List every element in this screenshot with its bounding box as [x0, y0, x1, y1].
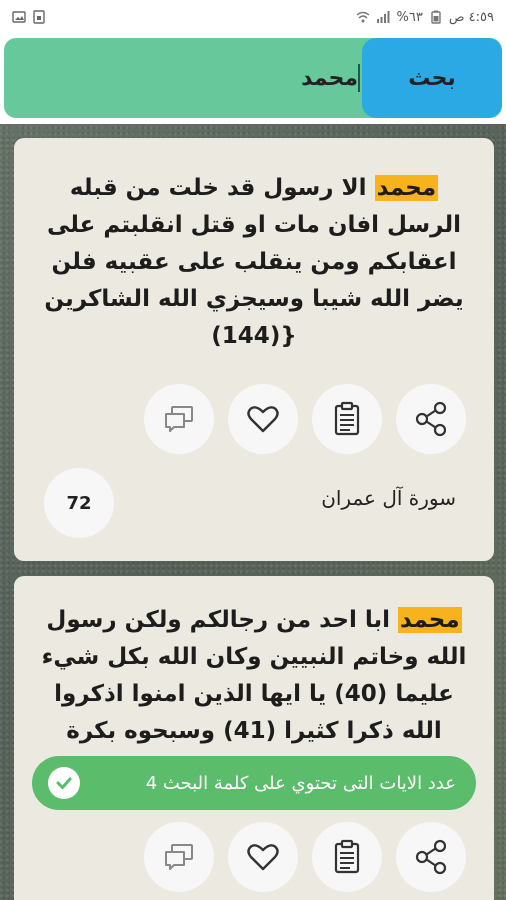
share-icon	[415, 839, 447, 875]
comments-icon	[165, 844, 193, 870]
favorite-button[interactable]	[228, 822, 298, 892]
verse-card: محمد ابا احد من رجالكم ولكن رسول الله وخ…	[14, 576, 494, 900]
share-icon	[415, 401, 447, 437]
verse-body: الا رسول قد خلت من قبله الرسل افان مات ا…	[44, 175, 464, 349]
favorite-button[interactable]	[228, 384, 298, 454]
verse-text: محمد الا رسول قد خلت من قبله الرسل افان …	[14, 170, 494, 355]
verse-actions	[14, 384, 494, 454]
heart-icon	[247, 844, 279, 871]
copy-button[interactable]	[312, 822, 382, 892]
screenshot-icon	[12, 11, 26, 23]
clipboard-icon	[334, 401, 360, 436]
results-count-snackbar: عدد الايات التى تحتوي على كلمة البحث 4	[32, 756, 476, 810]
clock: ٤:٥٩ ص	[448, 9, 494, 25]
verse-actions	[14, 822, 494, 892]
search-button[interactable]: بحث	[362, 38, 502, 118]
verse-number-badge: 72	[44, 468, 114, 538]
battery-icon	[431, 10, 441, 24]
status-left-icons	[12, 10, 46, 24]
status-bar: %٦٣ ٤:٥٩ ص	[0, 0, 506, 34]
search-input-value: محمد	[301, 65, 358, 91]
surah-name: سورة آل عمران	[321, 486, 456, 510]
heart-icon	[247, 406, 279, 433]
wifi-icon	[357, 11, 370, 23]
check-circle-icon	[48, 767, 80, 799]
search-input[interactable]: محمد	[4, 38, 384, 118]
verse-card: محمد الا رسول قد خلت من قبله الرسل افان …	[14, 138, 494, 561]
comment-button[interactable]	[144, 384, 214, 454]
status-right-icons: %٦٣ ٤:٥٩ ص	[356, 10, 494, 25]
share-button[interactable]	[396, 384, 466, 454]
comments-icon	[165, 406, 193, 432]
search-highlight: محمد	[374, 175, 439, 201]
verse-text: محمد ابا احد من رجالكم ولكن رسول الله وخ…	[14, 602, 494, 750]
battery-percent: %٦٣	[396, 9, 423, 25]
clipboard-icon	[334, 839, 360, 874]
search-highlight: محمد	[398, 607, 462, 633]
share-button[interactable]	[396, 822, 466, 892]
verse-footer: سورة آل عمران 72	[14, 468, 494, 538]
comment-button[interactable]	[144, 822, 214, 892]
snackbar-text: عدد الايات التى تحتوي على كلمة البحث 4	[145, 772, 456, 794]
sim-icon	[33, 10, 45, 24]
text-caret	[358, 64, 360, 92]
search-header: محمد بحث	[0, 34, 506, 124]
copy-button[interactable]	[312, 384, 382, 454]
signal-icon	[377, 11, 390, 23]
search-bar: محمد بحث	[4, 38, 502, 118]
